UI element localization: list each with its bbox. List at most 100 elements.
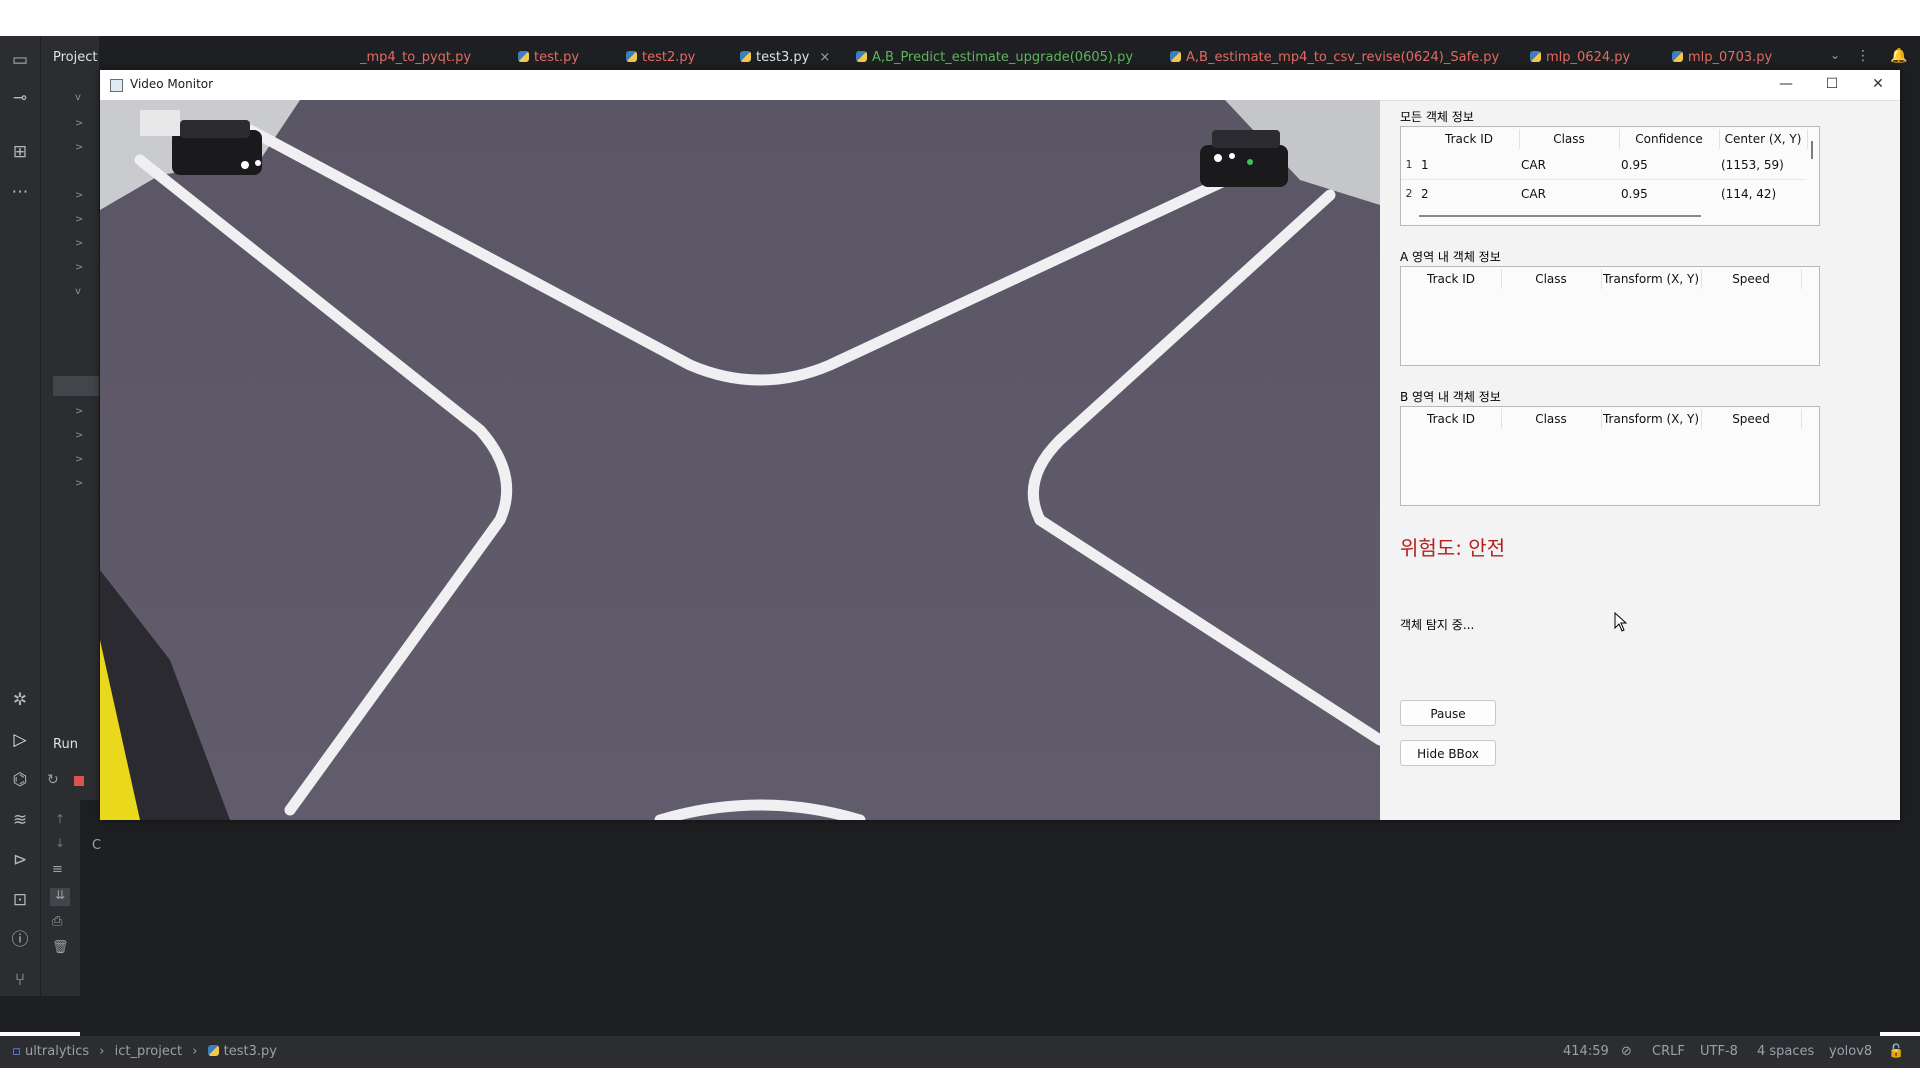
more-icon[interactable]: ⋯ [8, 180, 32, 204]
indent-setting[interactable]: 4 spaces [1757, 1044, 1814, 1059]
cell-track-id[interactable]: 2 [1421, 180, 1429, 208]
tabs-dropdown-icon[interactable]: ⌄ [1830, 48, 1840, 62]
print-icon[interactable]: ⎙ [52, 914, 62, 929]
tab-4[interactable]: A,B_Predict_estimate_upgrade(0605).py [856, 50, 1133, 65]
close-button[interactable]: ✕ [1858, 72, 1898, 96]
vertical-scrollbar[interactable] [1811, 141, 1813, 159]
column-header[interactable]: Speed [1701, 269, 1802, 289]
minimize-button[interactable]: — [1766, 72, 1806, 96]
cell-track-id[interactable]: 1 [1421, 151, 1429, 179]
window-title: Video Monitor [130, 77, 214, 91]
chevron-right-icon[interactable]: > [75, 142, 83, 153]
breadcrumb-item[interactable]: test3.py [224, 1044, 277, 1059]
chevron-right-icon[interactable]: > [75, 262, 83, 273]
zone-b-table[interactable]: Track ID Class Transform (X, Y) Speed [1400, 406, 1820, 506]
more-vertical-icon[interactable]: ⋮ [1856, 48, 1870, 64]
problems-icon[interactable]: ⓘ [8, 928, 32, 952]
notifications-icon[interactable]: 🔔 [1890, 48, 1907, 64]
chevron-down-icon[interactable]: v [75, 92, 81, 103]
python-file-icon [1672, 51, 1683, 62]
column-header[interactable]: Track ID [1401, 409, 1502, 429]
rerun-icon[interactable]: ↻ [47, 772, 59, 788]
tab-2[interactable]: test2.py [626, 50, 695, 65]
arrow-down-icon[interactable]: ↓ [55, 836, 65, 850]
layers-icon[interactable]: ≋ [8, 808, 32, 832]
file-encoding[interactable]: UTF-8 [1700, 1044, 1738, 1059]
chevron-right-icon[interactable]: > [75, 454, 83, 465]
tab-6[interactable]: mlp_0624.py [1530, 50, 1630, 65]
zone-a-table[interactable]: Track ID Class Transform (X, Y) Speed [1400, 266, 1820, 366]
folder-icon[interactable]: ▭ [8, 48, 32, 72]
caret-position[interactable]: 414:59 [1563, 1044, 1609, 1059]
column-header[interactable]: Class [1501, 269, 1602, 289]
interpreter[interactable]: yolov8 [1829, 1044, 1872, 1059]
mouse-cursor-icon [1614, 612, 1628, 632]
python-console-icon[interactable]: ⌬ [8, 768, 32, 792]
run-icon[interactable]: ▷ [8, 728, 32, 752]
chevron-right-icon[interactable]: > [75, 214, 83, 225]
column-header[interactable]: Transform (X, Y) [1601, 409, 1702, 429]
project-label[interactable]: Project [53, 50, 97, 65]
column-header[interactable]: Center (X, Y) [1719, 129, 1808, 149]
column-header[interactable]: Track ID [1401, 269, 1502, 289]
tab-1[interactable]: test.py [518, 50, 579, 65]
column-header[interactable]: Class [1501, 409, 1602, 429]
column-header[interactable]: Speed [1701, 409, 1802, 429]
arrow-up-icon[interactable]: ↑ [55, 812, 65, 826]
tab-7[interactable]: mlp_0703.py [1672, 50, 1772, 65]
line-separator[interactable]: CRLF [1652, 1044, 1685, 1059]
tab-5[interactable]: A,B_estimate_mp4_to_csv_revise(0624)_Saf… [1170, 50, 1499, 65]
column-header[interactable]: Transform (X, Y) [1601, 269, 1702, 289]
column-header[interactable]: Track ID [1419, 129, 1520, 149]
no-inspection-icon[interactable]: ⊘ [1621, 1044, 1632, 1059]
terminal-icon[interactable]: ⊡ [8, 888, 32, 912]
soft-wrap-icon[interactable]: ≡ [52, 862, 63, 877]
horizontal-scrollbar[interactable] [1419, 215, 1701, 217]
column-header[interactable]: Class [1519, 129, 1620, 149]
services-icon[interactable]: ⊳ [8, 848, 32, 872]
python-file-icon [740, 51, 751, 62]
cell-class[interactable]: CAR [1521, 151, 1546, 179]
git-icon[interactable]: ⑂ [8, 968, 32, 992]
cell-confidence[interactable]: 0.95 [1621, 180, 1648, 208]
scroll-to-end-icon[interactable]: ⇊ [50, 888, 70, 906]
table-row[interactable]: 1 1 CAR 0.95 (1153, 59) [1401, 151, 1805, 180]
chevron-right-icon[interactable]: > [75, 118, 83, 129]
tab-label: test2.py [642, 50, 696, 65]
trash-icon[interactable]: 🗑 [52, 940, 69, 955]
cell-center[interactable]: (114, 42) [1721, 180, 1776, 208]
lock-icon[interactable]: 🔓 [1888, 1044, 1904, 1059]
table-row[interactable]: 2 2 CAR 0.95 (114, 42) [1401, 180, 1805, 208]
tree-selected-row[interactable] [53, 376, 99, 396]
hide-bbox-button[interactable]: Hide BBox [1400, 740, 1496, 766]
chevron-right-icon[interactable]: > [75, 190, 83, 201]
debug-icon[interactable]: ✲ [8, 688, 32, 712]
chevron-right-icon[interactable]: > [75, 406, 83, 417]
zone-a-title: A 영역 내 객체 정보 [1400, 250, 1501, 264]
tab-0[interactable]: _mp4_to_pyqt.py [360, 50, 471, 65]
chevron-right-icon[interactable]: > [75, 238, 83, 249]
tab-3[interactable]: test3.py × [740, 50, 830, 65]
breadcrumb-item[interactable]: ultralytics [25, 1044, 89, 1059]
commit-icon[interactable]: ⊸ [8, 86, 32, 110]
cell-class[interactable]: CAR [1521, 180, 1546, 208]
all-objects-table[interactable]: Track ID Class Confidence Center (X, Y) … [1400, 126, 1820, 226]
run-console[interactable]: C [80, 800, 1880, 1040]
cell-confidence[interactable]: 0.95 [1621, 151, 1648, 179]
pause-button[interactable]: Pause [1400, 700, 1496, 726]
stop-icon[interactable] [74, 776, 84, 786]
chevron-right-icon[interactable]: > [75, 430, 83, 441]
breadcrumb: ▫ ultralytics › ict_project › test3.py [12, 1044, 277, 1059]
breadcrumb-item[interactable]: ict_project [115, 1044, 182, 1059]
window-title-bar[interactable]: Video Monitor — ☐ ✕ [100, 70, 1900, 101]
row-number: 2 [1405, 187, 1413, 200]
run-label[interactable]: Run [53, 737, 78, 752]
detection-status-text: 객체 탐지 중... [1400, 618, 1475, 632]
column-header[interactable]: Confidence [1619, 129, 1720, 149]
tab-close-icon[interactable]: × [819, 50, 830, 65]
chevron-right-icon[interactable]: > [75, 478, 83, 489]
cell-center[interactable]: (1153, 59) [1721, 151, 1784, 179]
maximize-button[interactable]: ☐ [1812, 72, 1852, 96]
chevron-down-icon[interactable]: v [75, 286, 81, 297]
structure-icon[interactable]: ⊞ [8, 140, 32, 164]
